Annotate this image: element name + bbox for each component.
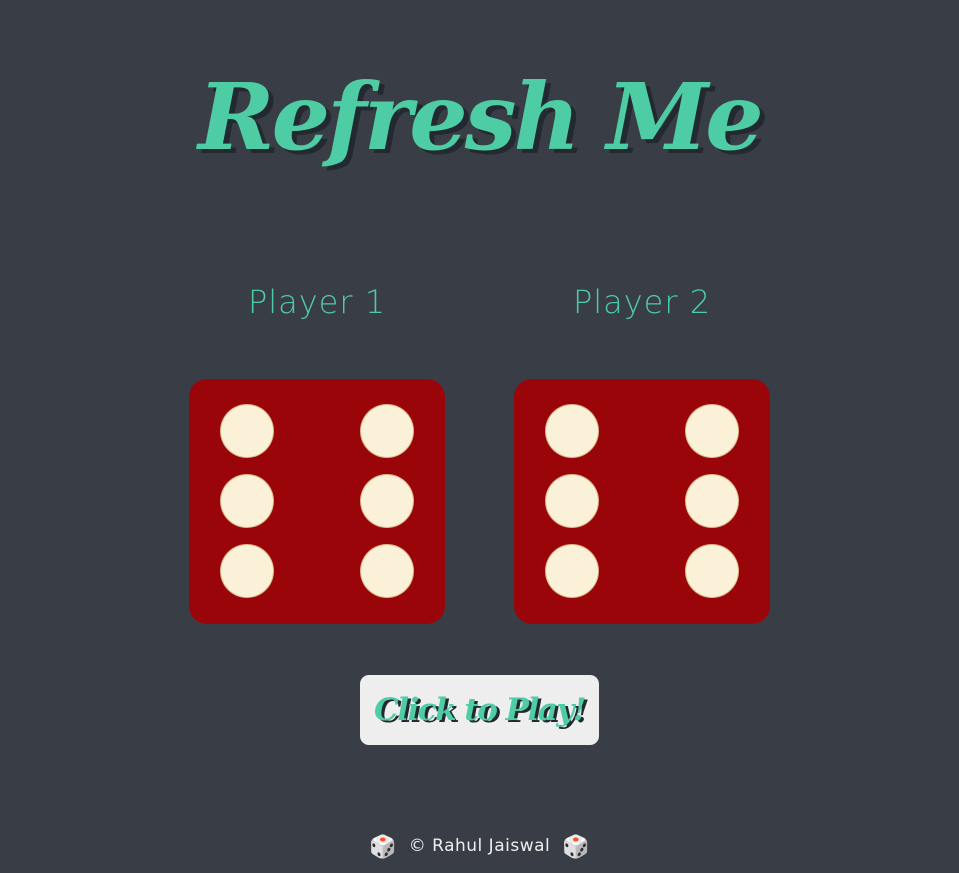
page-title: Refresh Me	[198, 63, 764, 171]
die-pip	[361, 545, 413, 597]
die-pip	[686, 545, 738, 597]
die-pip	[221, 405, 273, 457]
die-pip	[546, 545, 598, 597]
player-1-die	[189, 379, 445, 624]
die-pip	[361, 405, 413, 457]
player-1-label: Player 1	[247, 283, 387, 321]
die-pip	[361, 475, 413, 527]
die-pip	[546, 405, 598, 457]
player-2-die	[514, 379, 770, 624]
die-pip	[686, 405, 738, 457]
die-pip	[221, 475, 273, 527]
footer-credit: © Rahul Jaiswal	[408, 836, 551, 856]
die-pip	[546, 475, 598, 527]
die-pip	[686, 475, 738, 527]
play-button[interactable]: Click to Play!	[360, 675, 599, 745]
dice-icon: 🎲	[368, 835, 397, 860]
player-2-label: Player 2	[572, 283, 712, 321]
die-pip	[221, 545, 273, 597]
dice-icon: 🎲	[562, 835, 591, 860]
footer: 🎲 © Rahul Jaiswal 🎲	[0, 835, 959, 860]
